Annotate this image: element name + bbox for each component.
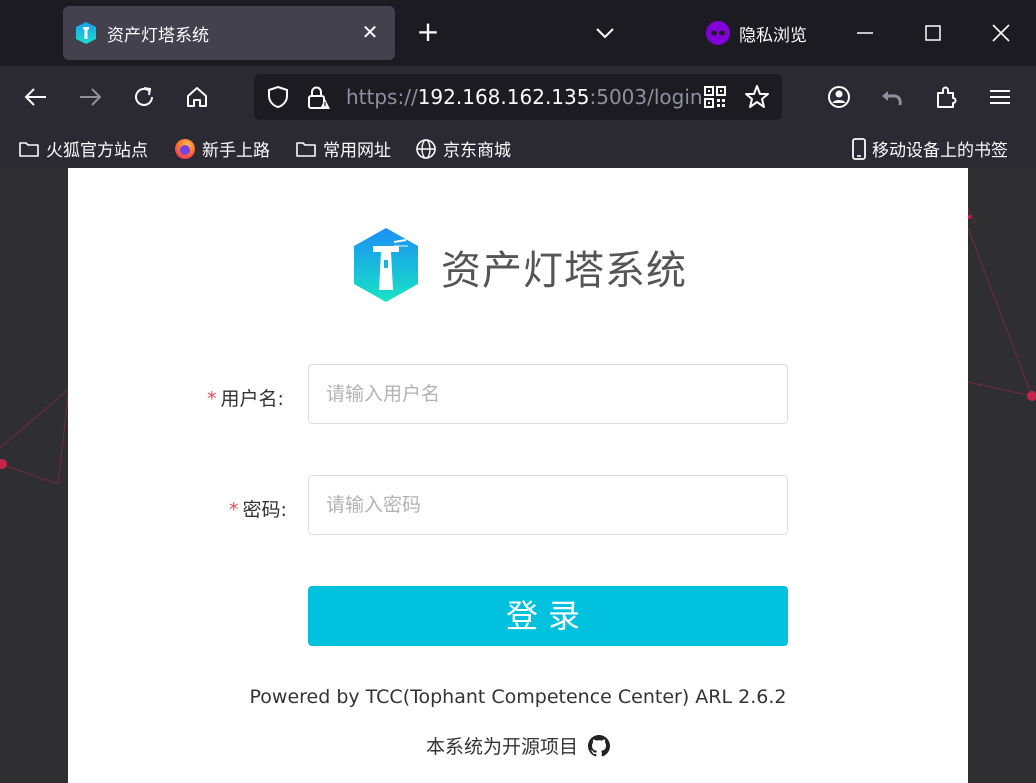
maximize-icon[interactable]	[920, 18, 946, 48]
password-label: * 密码:	[229, 499, 287, 521]
bookmark-item[interactable]: 常用网址	[295, 136, 391, 161]
bookmarks-toolbar: 火狐官方站点 新手上路 常用网址 京东商城 移动设备上的书签	[0, 128, 1036, 168]
extensions-icon[interactable]	[932, 83, 960, 111]
mobile-bookmarks[interactable]: 移动设备上的书签	[850, 136, 1008, 161]
home-icon[interactable]	[183, 83, 211, 111]
mobile-icon	[852, 137, 866, 160]
folder-icon	[19, 141, 39, 157]
back-icon[interactable]	[22, 83, 50, 111]
lock-icon[interactable]	[306, 85, 330, 111]
reload-icon[interactable]	[130, 83, 158, 111]
star-icon[interactable]	[744, 84, 770, 110]
open-source-text: 本系统为开源项目	[425, 736, 578, 758]
new-tab-button[interactable]: +	[414, 18, 442, 46]
app-title: 资产灯塔系统	[441, 248, 687, 294]
shield-icon[interactable]	[266, 85, 290, 109]
url-scheme: https://	[346, 85, 418, 109]
browser-tab[interactable]: 资产灯塔系统 ✕	[63, 6, 395, 60]
account-icon[interactable]	[825, 83, 853, 111]
bookmark-item[interactable]: 火狐官方站点	[18, 136, 148, 161]
globe-icon	[416, 138, 436, 159]
bookmark-item[interactable]: 新手上路	[174, 136, 270, 161]
private-browsing-label: 隐私浏览	[739, 26, 807, 46]
bookmark-label: 火狐官方站点	[46, 141, 148, 161]
minimize-icon[interactable]	[852, 18, 878, 48]
login-button[interactable]: 登录	[308, 586, 788, 646]
password-input[interactable]	[308, 475, 788, 535]
close-tab-icon[interactable]: ✕	[359, 20, 381, 44]
url-text[interactable]: https://192.168.162.135:5003/login	[346, 85, 703, 109]
url-host: 192.168.162.135	[417, 85, 590, 109]
url-path: :5003/login	[589, 85, 703, 109]
username-label: * 用户名:	[207, 388, 284, 410]
lighthouse-icon	[76, 22, 96, 44]
forward-icon[interactable]	[76, 83, 104, 111]
required-marker: *	[207, 388, 217, 410]
github-icon[interactable]	[588, 734, 610, 757]
powered-by-text: Powered by TCC(Tophant Competence Center…	[249, 686, 787, 708]
navigation-toolbar: https://192.168.162.135:5003/login	[0, 66, 1036, 128]
private-browsing-icon	[706, 21, 730, 45]
login-card: 资产灯塔系统 *用户名: *密码: 登录 Powered by TCC(Toph…	[68, 168, 968, 783]
window-close-icon[interactable]	[988, 18, 1014, 48]
bookmark-label: 新手上路	[202, 141, 270, 161]
bookmark-item[interactable]: 京东商城	[415, 136, 511, 161]
required-marker: *	[229, 499, 239, 521]
chevron-down-icon[interactable]	[592, 20, 618, 46]
firefox-icon	[175, 138, 195, 159]
page-viewport: 资产灯塔系统 *用户名: *密码: 登录 Powered by TCC(Toph…	[0, 168, 1036, 783]
bookmark-label: 京东商城	[443, 141, 511, 161]
qr-code-icon[interactable]	[704, 86, 726, 108]
url-bar[interactable]: https://192.168.162.135:5003/login	[254, 74, 782, 120]
tab-bar: 资产灯塔系统 ✕ + 隐私浏览	[0, 0, 1036, 66]
bookmark-label: 移动设备上的书签	[872, 141, 1008, 161]
undo-icon[interactable]	[878, 83, 906, 111]
lighthouse-logo-icon	[354, 228, 418, 302]
tab-title: 资产灯塔系统	[107, 26, 209, 46]
menu-icon[interactable]	[986, 83, 1014, 111]
folder-icon	[296, 141, 316, 157]
username-input[interactable]	[308, 364, 788, 424]
open-source-notice: 本系统为开源项目	[68, 732, 968, 759]
bookmark-label: 常用网址	[323, 141, 391, 161]
